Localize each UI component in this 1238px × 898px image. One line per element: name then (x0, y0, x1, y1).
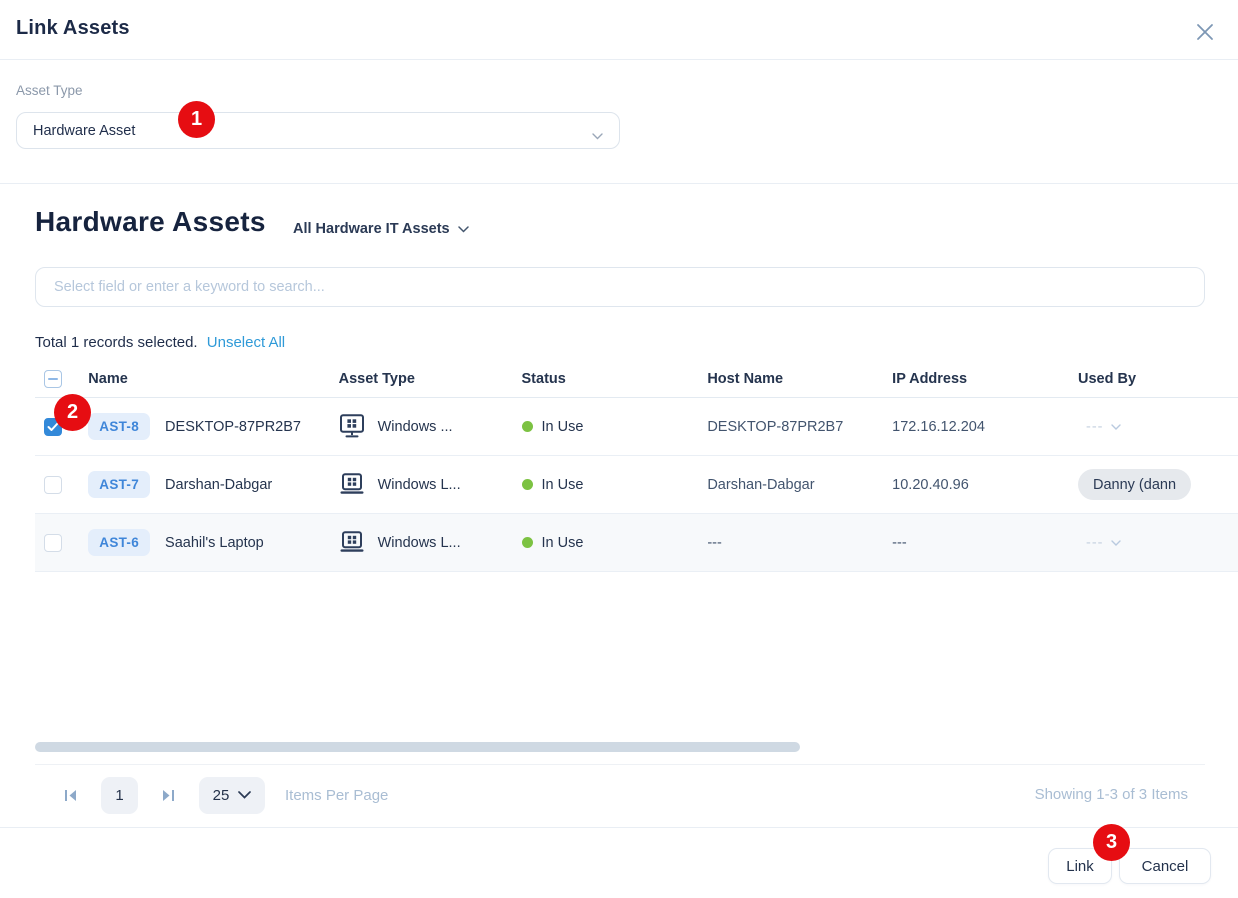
section-divider (0, 183, 1238, 184)
chevron-down-icon (238, 791, 251, 799)
used-by-select[interactable]: --- (1078, 419, 1122, 435)
select-all-checkbox[interactable] (44, 370, 62, 388)
selection-text: Total 1 records selected. (35, 334, 198, 351)
laptop-icon (339, 473, 365, 496)
items-per-page-label: Items Per Page (285, 787, 388, 804)
cancel-button[interactable]: Cancel (1119, 848, 1211, 884)
assets-table: Name Asset Type Status Host Name IP Addr… (35, 361, 1238, 572)
asset-name: Saahil's Laptop (165, 535, 264, 551)
asset-type-select[interactable]: Hardware Asset (16, 112, 620, 149)
status-text: In Use (542, 419, 584, 435)
step-badge-2: 2 (54, 394, 91, 431)
asset-type-label: Asset Type (16, 83, 83, 98)
laptop-icon (339, 531, 365, 554)
asset-type-text: Windows ... (378, 419, 453, 435)
page-title: Link Assets (16, 17, 130, 40)
host-name: DESKTOP-87PR2B7 (707, 419, 843, 435)
table-row: AST-7 Darshan-Dabgar Windows L... In Use… (35, 456, 1238, 514)
unselect-all-link[interactable]: Unselect All (207, 334, 285, 351)
footer-divider (0, 827, 1238, 828)
asset-id-chip[interactable]: AST-8 (88, 413, 150, 440)
ip-address: 10.20.40.96 (892, 477, 969, 493)
chevron-down-icon (1111, 424, 1121, 430)
status-text: In Use (542, 477, 584, 493)
ip-address: --- (892, 535, 907, 551)
col-header-name[interactable]: Name (88, 371, 128, 387)
page-number-button[interactable]: 1 (101, 777, 138, 814)
asset-id-chip[interactable]: AST-7 (88, 471, 150, 498)
host-name: --- (707, 535, 722, 551)
table-row: AST-6 Saahil's Laptop Windows L... In Us… (35, 514, 1238, 572)
horizontal-scrollbar (35, 742, 1205, 752)
col-header-asset-type[interactable]: Asset Type (339, 371, 415, 387)
asset-type-text: Windows L... (378, 477, 461, 493)
first-page-icon[interactable] (64, 789, 79, 802)
pagination-bar: 1 25 Items Per Page Showing 1-3 of 3 Ite… (35, 776, 1205, 814)
asset-name: Darshan-Dabgar (165, 477, 272, 493)
col-header-ip-address[interactable]: IP Address (892, 371, 967, 387)
page-size-value: 25 (213, 787, 230, 804)
modal-header: Link Assets (0, 0, 1238, 60)
pagination-divider (35, 764, 1205, 765)
status-text: In Use (542, 535, 584, 551)
status-dot-icon (522, 479, 533, 490)
asset-id-chip[interactable]: AST-6 (88, 529, 150, 556)
status-dot-icon (522, 537, 533, 548)
col-header-status[interactable]: Status (522, 371, 566, 387)
chevron-down-icon (1111, 540, 1121, 546)
chevron-down-icon (458, 226, 469, 233)
ip-address: 172.16.12.204 (892, 419, 985, 435)
search-input[interactable] (35, 267, 1205, 307)
table-row: AST-8 DESKTOP-87PR2B7 Windows ... In Use… (35, 398, 1238, 456)
host-name: Darshan-Dabgar (707, 477, 814, 493)
row-checkbox[interactable] (44, 534, 62, 552)
col-header-used-by[interactable]: Used By (1078, 371, 1136, 387)
selection-summary: Total 1 records selected. Unselect All (35, 334, 285, 351)
col-header-host-name[interactable]: Host Name (707, 371, 783, 387)
asset-type-value: Hardware Asset (33, 123, 135, 139)
status-dot-icon (522, 421, 533, 432)
table-header-row: Name Asset Type Status Host Name IP Addr… (35, 361, 1238, 398)
close-icon[interactable] (1194, 21, 1216, 43)
chevron-down-icon (592, 128, 603, 144)
used-by-select[interactable]: --- (1078, 535, 1122, 551)
step-badge-1: 1 (178, 101, 215, 138)
last-page-icon[interactable] (160, 789, 175, 802)
asset-view-filter-label: All Hardware IT Assets (293, 221, 450, 237)
desktop-icon (339, 414, 365, 439)
asset-name: DESKTOP-87PR2B7 (165, 419, 301, 435)
section-title: Hardware Assets (35, 206, 266, 238)
used-by-chip[interactable]: Danny (dann (1078, 469, 1191, 500)
step-badge-3: 3 (1093, 824, 1130, 861)
row-checkbox[interactable] (44, 476, 62, 494)
asset-view-filter[interactable]: All Hardware IT Assets (293, 221, 469, 237)
page-size-select[interactable]: 25 (199, 777, 265, 814)
showing-items-text: Showing 1-3 of 3 Items (1035, 786, 1188, 803)
asset-type-text: Windows L... (378, 535, 461, 551)
scrollbar-thumb[interactable] (35, 742, 800, 752)
